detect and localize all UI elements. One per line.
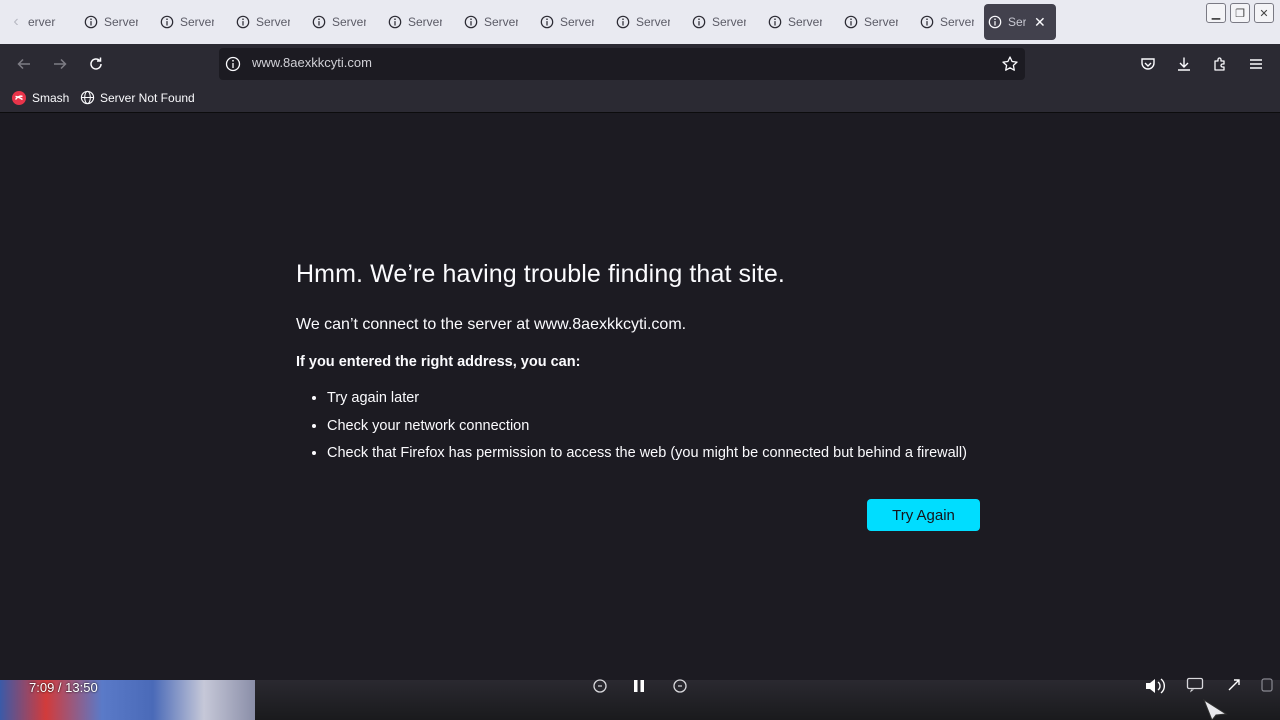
tab-active[interactable]: Ser ✕ (984, 4, 1056, 40)
close-window-icon[interactable]: ✕ (1254, 3, 1274, 23)
info-icon (464, 15, 478, 29)
url-text[interactable]: www.8aexkkcyti.com (252, 55, 372, 70)
error-description: We can’t connect to the server at www.8a… (296, 316, 687, 333)
tab-scroll-left-icon[interactable]: ‹ (6, 12, 26, 32)
bookmark-label: Smash (32, 91, 70, 105)
error-subtitle: If you entered the right address, you ca… (296, 354, 581, 370)
info-icon (236, 15, 250, 29)
tab[interactable]: Server (232, 4, 304, 40)
info-icon (540, 15, 554, 29)
info-icon (920, 15, 934, 29)
info-icon (388, 15, 402, 29)
tab[interactable]: Server (460, 4, 532, 40)
tab-label: Ser (1008, 15, 1026, 29)
pause-icon[interactable] (631, 678, 647, 694)
restore-icon[interactable]: ❐ (1230, 3, 1250, 23)
download-icon[interactable] (1172, 52, 1196, 76)
tab-label: Server (864, 15, 898, 29)
tab[interactable]: Server (536, 4, 608, 40)
minimize-icon[interactable]: ▁ (1206, 3, 1226, 23)
error-page: Hmm. We’re having trouble finding that s… (0, 113, 1280, 680)
reload-icon[interactable] (84, 52, 108, 76)
tab-label: erver (28, 15, 56, 29)
error-title: Hmm. We’re having trouble finding that s… (296, 260, 785, 288)
suggestion-list: Try again later Check your network conne… (296, 389, 967, 472)
navigation-toolbar: www.8aexkkcyti.com (0, 44, 1280, 84)
volume-icon[interactable] (1144, 677, 1166, 695)
tab[interactable]: Server (916, 4, 988, 40)
tab[interactable]: Server (688, 4, 760, 40)
video-player-bar: 7:09 / 13:50 (0, 677, 1280, 720)
tab-label: Server (712, 15, 746, 29)
suggestion-item: Try again later (327, 389, 967, 417)
tab-label: Server (104, 15, 138, 29)
bookmark-server-not-found[interactable]: Server Not Found (80, 90, 195, 105)
tab[interactable]: Server (80, 4, 152, 40)
globe-icon (80, 90, 95, 105)
smash-icon (12, 91, 26, 105)
tab[interactable]: Server (308, 4, 380, 40)
info-icon (312, 15, 326, 29)
video-timestamp: 7:09 / 13:50 (29, 680, 98, 695)
tab-label: Server (560, 15, 594, 29)
fullscreen-icon[interactable] (1226, 677, 1242, 693)
extensions-icon[interactable] (1208, 52, 1232, 76)
captions-icon[interactable] (1186, 677, 1204, 693)
try-again-button[interactable]: Try Again (867, 499, 980, 531)
tab-label: Server (256, 15, 290, 29)
forward-icon[interactable] (48, 52, 72, 76)
pocket-icon[interactable] (1136, 52, 1160, 76)
site-info-icon[interactable] (225, 56, 241, 72)
bookmark-label: Server Not Found (100, 90, 195, 105)
info-icon (988, 15, 1002, 29)
suggestion-item: Check your network connection (327, 417, 967, 445)
tab-label: Server (180, 15, 214, 29)
tab[interactable]: Server (384, 4, 456, 40)
back-icon[interactable] (12, 52, 36, 76)
rewind-icon[interactable] (592, 678, 608, 694)
info-icon (616, 15, 630, 29)
tab-strip: ‹ erver Server Server Server Server Serv… (0, 0, 1280, 44)
info-icon (160, 15, 174, 29)
tab-label: Server (408, 15, 442, 29)
bookmarks-toolbar: Smash Server Not Found (0, 84, 1280, 113)
info-icon (692, 15, 706, 29)
window-controls: ▁ ❐ ✕ (1206, 3, 1274, 23)
suggestion-item: Check that Firefox has permission to acc… (327, 444, 967, 472)
tab-label: Server (332, 15, 366, 29)
mouse-cursor-icon (1202, 698, 1228, 720)
info-icon (768, 15, 782, 29)
tab[interactable]: Server (840, 4, 912, 40)
tab[interactable]: Server (764, 4, 836, 40)
more-options-icon[interactable] (1260, 677, 1274, 693)
menu-icon[interactable] (1244, 52, 1268, 76)
tab-label: Server (788, 15, 822, 29)
tab-label: Server (636, 15, 670, 29)
url-bar[interactable]: www.8aexkkcyti.com (219, 48, 1025, 80)
star-icon[interactable] (1001, 55, 1019, 73)
tab-label: Server (484, 15, 518, 29)
info-icon (844, 15, 858, 29)
close-tab-icon[interactable]: ✕ (1034, 14, 1046, 31)
bookmark-smash[interactable]: Smash (11, 90, 69, 106)
fast-forward-icon[interactable] (672, 678, 688, 694)
tab-label: Server (940, 15, 974, 29)
info-icon (84, 15, 98, 29)
tab[interactable]: Server (612, 4, 684, 40)
tab[interactable]: Server (156, 4, 228, 40)
